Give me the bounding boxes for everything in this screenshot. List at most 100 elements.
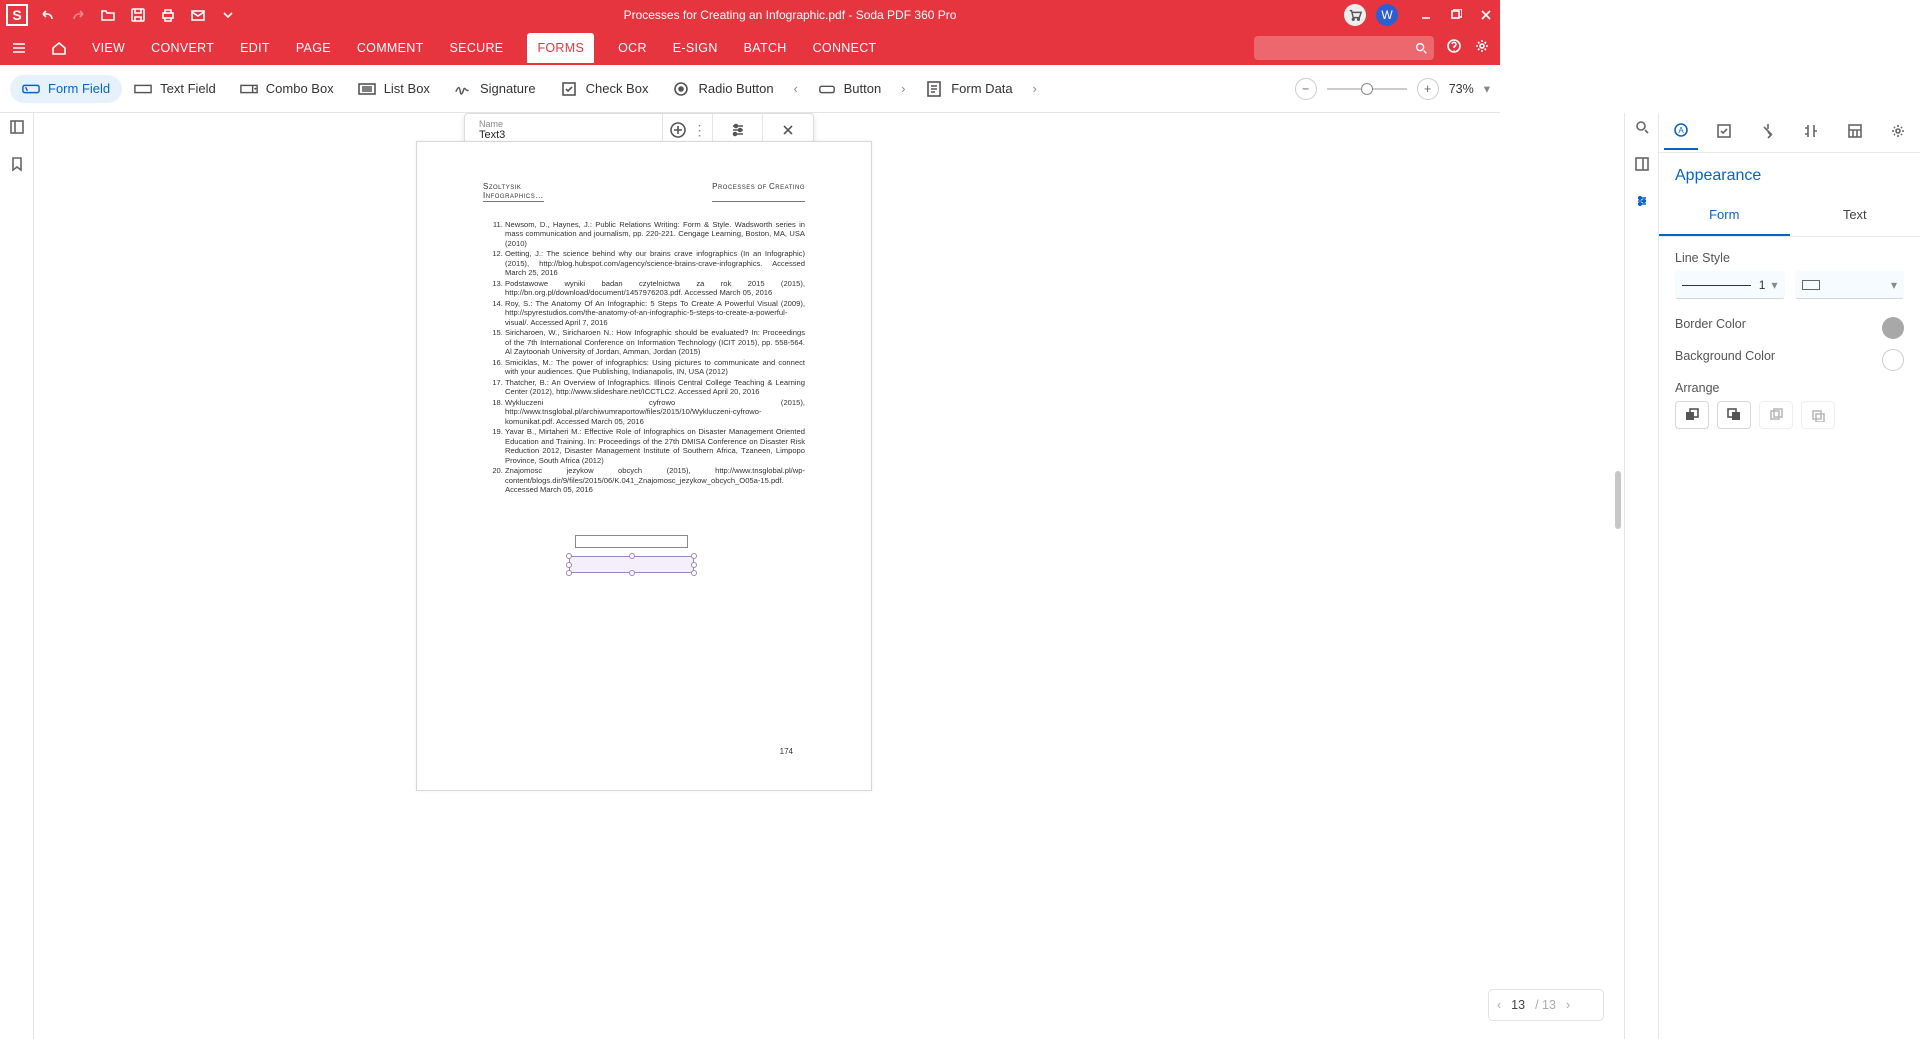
- help-icon[interactable]: [1446, 38, 1462, 57]
- page-current[interactable]: 13: [1511, 998, 1525, 1012]
- border-color-swatch[interactable]: [1882, 317, 1904, 339]
- tool-form-field[interactable]: Form Field: [10, 75, 122, 103]
- page-next-icon[interactable]: ›: [1566, 998, 1570, 1012]
- settings-icon[interactable]: [1474, 38, 1490, 57]
- window-title: Processes for Creating an Infographic.pd…: [236, 8, 1344, 22]
- maximize-icon[interactable]: [1448, 7, 1464, 23]
- page-body: Newsom, D., Haynes, J.: Public Relations…: [417, 202, 871, 495]
- cart-icon[interactable]: [1344, 4, 1366, 26]
- tool-signature[interactable]: Signature: [442, 75, 548, 103]
- qa-more-icon[interactable]: [220, 7, 236, 23]
- field-name-label: Name: [479, 119, 644, 129]
- background-color-swatch[interactable]: [1882, 349, 1904, 371]
- open-icon[interactable]: [100, 7, 116, 23]
- quick-access: [40, 7, 236, 23]
- bring-forward-icon: [1759, 401, 1793, 429]
- background-color-label: Background Color: [1675, 349, 1904, 363]
- tool-button[interactable]: Button: [806, 75, 894, 103]
- zoom-dropdown-icon[interactable]: ▾: [1484, 81, 1490, 96]
- form-text-field-selected[interactable]: [569, 556, 694, 573]
- bring-front-icon[interactable]: [1675, 401, 1709, 429]
- menu-page[interactable]: PAGE: [294, 33, 333, 63]
- menu-secure[interactable]: SECURE: [448, 33, 506, 63]
- home-icon[interactable]: [50, 40, 68, 56]
- page-header-left: SZOLTYSIKINFOGRAPHICS…: [483, 182, 544, 202]
- button-icon: [818, 81, 836, 97]
- page-prev-icon[interactable]: ‹: [1497, 998, 1501, 1012]
- form-data-icon: [925, 81, 943, 97]
- panel-actions-icon[interactable]: [1751, 116, 1785, 149]
- menu-edit[interactable]: EDIT: [238, 33, 272, 63]
- ribbon-scroll-left-icon[interactable]: ‹: [786, 81, 806, 96]
- menu-bar: VIEW CONVERT EDIT PAGE COMMENT SECURE FO…: [0, 30, 1500, 65]
- tool-list-box[interactable]: List Box: [346, 75, 442, 103]
- ribbon-scroll-right-icon[interactable]: ›: [893, 81, 913, 96]
- mail-icon[interactable]: [190, 7, 206, 23]
- print-icon[interactable]: [160, 7, 176, 23]
- scrollbar-thumb[interactable]: [1615, 471, 1621, 529]
- panel-settings-icon[interactable]: [1881, 116, 1915, 149]
- tool-form-data[interactable]: Form Data: [913, 75, 1024, 103]
- tool-label: Signature: [480, 81, 536, 96]
- send-backward-icon: [1801, 401, 1835, 429]
- menu-view[interactable]: VIEW: [90, 33, 127, 63]
- tool-combo-box[interactable]: Combo Box: [228, 75, 346, 103]
- svg-text:A: A: [1678, 126, 1684, 135]
- reference-item: Podstawowe wyniki badan czytelnictwa za …: [505, 279, 805, 298]
- properties-tool-icon[interactable]: [1634, 193, 1650, 212]
- send-back-icon[interactable]: [1717, 401, 1751, 429]
- tab-form[interactable]: Form: [1659, 195, 1790, 236]
- zoom-value: 73%: [1449, 82, 1474, 96]
- menu-batch[interactable]: BATCH: [742, 33, 789, 63]
- ribbon-more-icon[interactable]: ›: [1025, 81, 1045, 96]
- bookmark-panel-icon[interactable]: [10, 156, 24, 175]
- tool-label: Text Field: [160, 81, 216, 96]
- tool-check-box[interactable]: Check Box: [548, 75, 661, 103]
- form-text-field-1[interactable]: [575, 535, 688, 548]
- search-input[interactable]: [1254, 36, 1434, 60]
- menu-convert[interactable]: CONVERT: [149, 33, 216, 63]
- panel-appearance-icon[interactable]: A: [1664, 115, 1698, 150]
- menu-forms[interactable]: FORMS: [527, 33, 594, 63]
- radio-button-icon: [672, 81, 690, 97]
- reference-item: Roy, S.: The Anatomy Of An Infographic: …: [505, 299, 805, 327]
- page-total: / 13: [1535, 998, 1556, 1012]
- combo-box-icon: [240, 81, 258, 97]
- close-icon[interactable]: [1478, 7, 1494, 23]
- reference-item: Siricharoen, W., Siricharoen N.: How Inf…: [505, 328, 805, 356]
- quick-right-rail: [1624, 113, 1658, 1039]
- thumbnail-tool-icon[interactable]: [1634, 156, 1650, 175]
- line-shape-dropdown[interactable]: ▾: [1795, 271, 1905, 299]
- hamburger-icon[interactable]: [10, 40, 28, 56]
- menu-esign[interactable]: E-SIGN: [671, 33, 720, 63]
- document-canvas[interactable]: Name Text3 ⋮ SZOLTYSIKINFOGRAPHICS… PROC…: [34, 113, 1624, 1039]
- form-field-icon: [22, 81, 40, 97]
- menu-ocr[interactable]: OCR: [616, 33, 649, 63]
- zoom-in-icon[interactable]: +: [1417, 78, 1439, 100]
- tool-radio-button[interactable]: Radio Button: [660, 75, 785, 103]
- tool-text-field[interactable]: Text Field: [122, 75, 228, 103]
- panel-toggle-icon[interactable]: [9, 119, 25, 138]
- zoom-controls: − + 73% ▾: [1295, 78, 1490, 100]
- reference-item: Wykluczeni cyfrowo (2015), http://www.tn…: [505, 398, 805, 426]
- list-box-icon: [358, 81, 376, 97]
- undo-icon[interactable]: [40, 7, 56, 23]
- zoom-slider[interactable]: [1327, 88, 1407, 90]
- page-header-right: PROCESSES OF CREATING: [712, 182, 805, 202]
- menu-comment[interactable]: COMMENT: [355, 33, 426, 63]
- panel-format-icon[interactable]: [1794, 116, 1828, 149]
- reference-item: Smiciklas, M.: The power of infographics…: [505, 358, 805, 377]
- minimize-icon[interactable]: [1418, 7, 1434, 23]
- save-icon[interactable]: [130, 7, 146, 23]
- zoom-out-icon[interactable]: −: [1295, 78, 1317, 100]
- search-tool-icon[interactable]: [1634, 119, 1650, 138]
- menu-connect[interactable]: CONNECT: [811, 33, 879, 63]
- user-avatar[interactable]: W: [1376, 4, 1398, 26]
- panel-validate-icon[interactable]: [1707, 116, 1741, 149]
- left-rail: [0, 113, 34, 1039]
- reference-item: Znajomosc jezykow obcych (2015), http://…: [505, 466, 805, 494]
- line-width-dropdown[interactable]: 1▾: [1675, 271, 1785, 299]
- reference-item: Yavar B., Mirtaheri M.: Effective Role o…: [505, 427, 805, 465]
- panel-calculate-icon[interactable]: [1838, 116, 1872, 149]
- tab-text[interactable]: Text: [1790, 195, 1920, 236]
